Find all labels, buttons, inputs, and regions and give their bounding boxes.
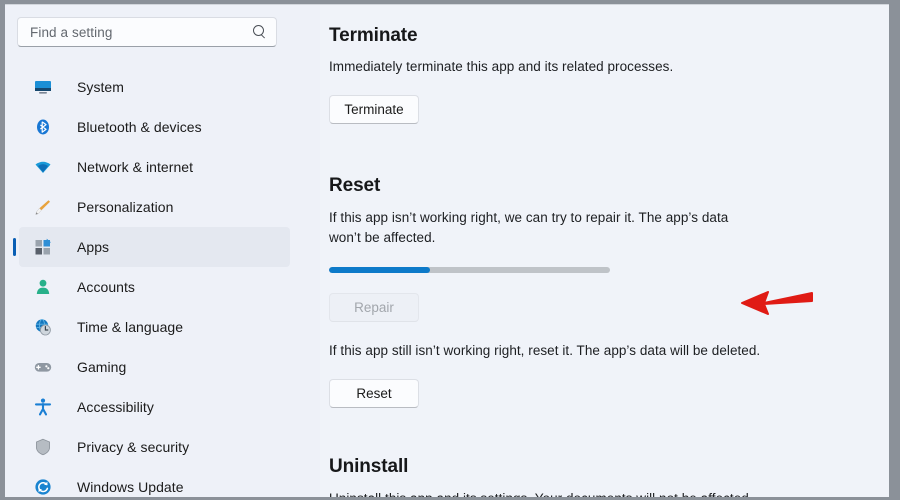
repair-progress-bar bbox=[329, 267, 610, 273]
shield-icon bbox=[33, 437, 53, 457]
search-box[interactable] bbox=[17, 17, 277, 47]
sidebar-item-privacy-security[interactable]: Privacy & security bbox=[19, 427, 290, 467]
annotation-arrow-icon bbox=[738, 288, 814, 318]
terminate-button[interactable]: Terminate bbox=[329, 95, 419, 124]
sidebar-item-label: Gaming bbox=[77, 359, 126, 375]
sidebar-item-label: Accounts bbox=[77, 279, 135, 295]
reset-button[interactable]: Reset bbox=[329, 379, 419, 408]
terminate-section-title: Terminate bbox=[329, 25, 418, 47]
bluetooth-icon bbox=[33, 117, 53, 137]
repair-description: If this app isn’t working right, we can … bbox=[329, 208, 749, 248]
clock-globe-icon bbox=[33, 317, 53, 337]
sidebar-item-network-internet[interactable]: Network & internet bbox=[19, 147, 290, 187]
terminate-description: Immediately terminate this app and its r… bbox=[329, 57, 673, 77]
sidebar-item-system[interactable]: System bbox=[19, 67, 290, 107]
sidebar-item-apps[interactable]: Apps bbox=[19, 227, 290, 267]
uninstall-section-title: Uninstall bbox=[329, 456, 408, 478]
apps-icon bbox=[33, 237, 53, 257]
person-icon bbox=[33, 277, 53, 297]
search-input[interactable] bbox=[30, 25, 248, 40]
search-icon bbox=[252, 24, 268, 40]
sidebar-item-label: Windows Update bbox=[77, 479, 184, 495]
gamepad-icon bbox=[33, 357, 53, 377]
reset-section-title: Reset bbox=[329, 175, 380, 197]
sidebar-nav: System Bluetooth & devices Network & inter… bbox=[5, 67, 320, 497]
uninstall-description: Uninstall this app and its settings. You… bbox=[329, 489, 753, 497]
sidebar-item-time-language[interactable]: Time & language bbox=[19, 307, 290, 347]
update-refresh-icon bbox=[33, 477, 53, 497]
reset-description: If this app still isn’t working right, r… bbox=[329, 341, 760, 361]
repair-button[interactable]: Repair bbox=[329, 293, 419, 322]
progress-fill bbox=[329, 267, 430, 273]
sidebar: System Bluetooth & devices Network & inter… bbox=[5, 5, 320, 497]
sidebar-item-accounts[interactable]: Accounts bbox=[19, 267, 290, 307]
accessibility-icon bbox=[33, 397, 53, 417]
sidebar-item-label: Time & language bbox=[77, 319, 183, 335]
sidebar-item-gaming[interactable]: Gaming bbox=[19, 347, 290, 387]
settings-window: System Bluetooth & devices Network & inter… bbox=[5, 4, 889, 497]
sidebar-item-label: Bluetooth & devices bbox=[77, 119, 202, 135]
sidebar-item-label: Apps bbox=[77, 239, 109, 255]
progress-track bbox=[329, 267, 610, 273]
sidebar-item-label: Privacy & security bbox=[77, 439, 189, 455]
sidebar-item-label: Accessibility bbox=[77, 399, 154, 415]
screenshot-root: System Bluetooth & devices Network & inter… bbox=[0, 0, 900, 500]
sidebar-item-label: Personalization bbox=[77, 199, 173, 215]
sidebar-item-label: Network & internet bbox=[77, 159, 193, 175]
sidebar-item-bluetooth-devices[interactable]: Bluetooth & devices bbox=[19, 107, 290, 147]
main-content: Terminate Immediately terminate this app… bbox=[320, 5, 889, 497]
wifi-icon bbox=[33, 157, 53, 177]
paintbrush-icon bbox=[33, 197, 53, 217]
sidebar-item-windows-update[interactable]: Windows Update bbox=[19, 467, 290, 497]
monitor-icon bbox=[33, 77, 53, 97]
sidebar-item-accessibility[interactable]: Accessibility bbox=[19, 387, 290, 427]
sidebar-item-label: System bbox=[77, 79, 124, 95]
sidebar-item-personalization[interactable]: Personalization bbox=[19, 187, 290, 227]
